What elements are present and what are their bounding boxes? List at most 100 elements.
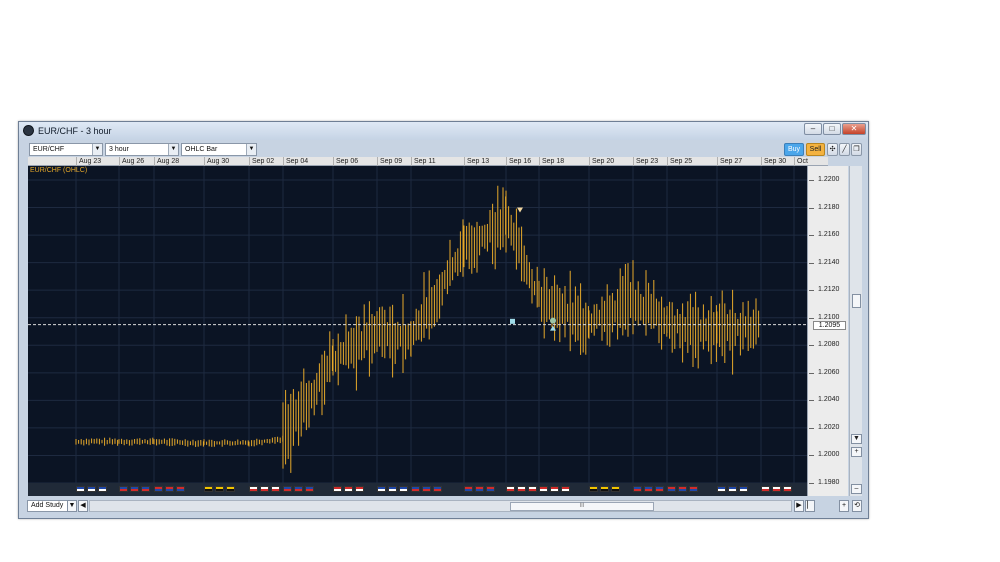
title-bar[interactable]: EUR/CHF - 3 hour – □ ✕ (19, 122, 868, 140)
event-flag-icon[interactable] (633, 486, 642, 492)
price-chart[interactable]: EUR/CHF (OHLC) (28, 166, 807, 496)
minimize-button[interactable]: – (804, 123, 822, 135)
event-flag-icon[interactable] (215, 486, 224, 492)
event-flag-icon[interactable] (260, 486, 269, 492)
price-tick-label: 1.2200 (808, 176, 840, 183)
event-flag-icon[interactable] (464, 486, 473, 492)
horizontal-scroll-thumb[interactable]: III (510, 502, 654, 511)
date-tick-label: Sep 27 (717, 157, 742, 166)
event-flag-icon[interactable] (98, 486, 107, 492)
event-flag-icon[interactable] (475, 486, 484, 492)
event-flag-icon[interactable] (517, 486, 526, 492)
event-flag-icon[interactable] (411, 486, 420, 492)
scroll-left-button[interactable]: ◀ (78, 500, 88, 512)
event-flag-icon[interactable] (667, 486, 676, 492)
symbol-select[interactable]: EUR/CHF ▼ (29, 143, 103, 156)
popout-icon[interactable]: ❐ (851, 143, 862, 156)
event-flag-icon[interactable] (761, 486, 770, 492)
event-flag-icon[interactable] (611, 486, 620, 492)
event-flag-icon[interactable] (506, 486, 515, 492)
crosshair-icon[interactable]: ✣ (827, 143, 838, 156)
date-tick-label: Sep 04 (283, 157, 308, 166)
chart-window: EUR/CHF - 3 hour – □ ✕ EUR/CHF ▼ 3 hour … (18, 121, 869, 519)
event-flag-icon[interactable] (717, 486, 726, 492)
order-marker-square (510, 318, 515, 324)
event-flag-icon[interactable] (550, 486, 559, 492)
event-flag-icon[interactable] (433, 486, 442, 492)
event-flag-icon[interactable] (226, 486, 235, 492)
scroll-right-end-button[interactable]: ▏ (805, 500, 815, 512)
event-flag-icon[interactable] (283, 486, 292, 492)
event-flag-icon[interactable] (271, 486, 280, 492)
vertical-scroll-thumb[interactable] (852, 294, 861, 308)
sell-button[interactable]: Sell (806, 143, 825, 156)
interval-select[interactable]: 3 hour ▼ (105, 143, 179, 156)
chart-type-select[interactable]: OHLC Bar ▼ (181, 143, 257, 156)
event-flag-icon[interactable] (294, 486, 303, 492)
zoom-in-button[interactable]: + (851, 447, 862, 457)
event-flag-icon[interactable] (388, 486, 397, 492)
maximize-button[interactable]: □ (823, 123, 841, 135)
event-flag-icon[interactable] (165, 486, 174, 492)
buy-button[interactable]: Buy (784, 143, 804, 156)
vertical-scrollbar[interactable]: ▼ + – (849, 166, 862, 496)
event-flag-icon[interactable] (130, 486, 139, 492)
event-flag-icon[interactable] (333, 486, 342, 492)
event-flag-icon[interactable] (589, 486, 598, 492)
event-flag-icon[interactable] (655, 486, 664, 492)
event-flag-icon[interactable] (119, 486, 128, 492)
date-tick-label: Sep 20 (589, 157, 614, 166)
event-flag-icon[interactable] (528, 486, 537, 492)
event-flag-icon[interactable] (204, 486, 213, 492)
date-axis: Aug 23 Aug 26 Aug 28 Aug 30 Sep 02 Sep 04 Sep … (28, 157, 828, 166)
price-tick-label: 1.2180 (808, 203, 840, 211)
chevron-down-icon[interactable]: ▼ (67, 500, 77, 512)
draw-line-icon[interactable]: ╱ (839, 143, 850, 156)
price-tick-label: 1.2040 (808, 396, 840, 404)
economic-events-row (28, 483, 807, 496)
event-flag-icon[interactable] (772, 486, 781, 492)
price-tick-label: 1.2020 (808, 423, 840, 431)
event-flag-icon[interactable] (154, 486, 163, 492)
date-tick-label: Aug 23 (76, 157, 101, 166)
date-tick-label: Sep 06 (333, 157, 358, 166)
event-flag-icon[interactable] (377, 486, 386, 492)
event-flag-icon[interactable] (728, 486, 737, 492)
price-tick-label: 1.2000 (808, 451, 840, 459)
date-tick-label: Sep 11 (411, 157, 436, 166)
event-flag-icon[interactable] (249, 486, 258, 492)
window-title: EUR/CHF - 3 hour (38, 126, 112, 136)
symbol-value: EUR/CHF (33, 146, 65, 153)
event-flag-icon[interactable] (644, 486, 653, 492)
event-flag-icon[interactable] (76, 486, 85, 492)
event-flag-icon[interactable] (739, 486, 748, 492)
event-flag-icon[interactable] (600, 486, 609, 492)
event-flag-icon[interactable] (422, 486, 431, 492)
ohlc-chart-svg[interactable] (28, 166, 807, 496)
event-flag-icon[interactable] (486, 486, 495, 492)
event-flag-icon[interactable] (689, 486, 698, 492)
chart-type-value: OHLC Bar (185, 146, 218, 153)
event-flag-icon[interactable] (344, 486, 353, 492)
horizontal-scrollbar[interactable]: III (89, 500, 792, 512)
event-flag-icon[interactable] (399, 486, 408, 492)
signal-dot-icon (550, 317, 556, 324)
event-flag-icon[interactable] (561, 486, 570, 492)
close-button[interactable]: ✕ (842, 123, 866, 135)
reset-view-button[interactable]: ⟲ (852, 500, 862, 512)
event-flag-icon[interactable] (678, 486, 687, 492)
event-flag-icon[interactable] (87, 486, 96, 492)
event-flag-icon[interactable] (305, 486, 314, 492)
scroll-right-button[interactable]: ▶ (794, 500, 804, 512)
price-tick-label: 1.2160 (808, 231, 840, 239)
scroll-down-button[interactable]: ▼ (851, 434, 862, 444)
zoom-plus-button[interactable]: + (839, 500, 849, 512)
event-flag-icon[interactable] (355, 486, 364, 492)
price-tick-label: 1.2080 (808, 341, 840, 349)
event-flag-icon[interactable] (176, 486, 185, 492)
event-flag-icon[interactable] (783, 486, 792, 492)
event-flag-icon[interactable] (141, 486, 150, 492)
event-flag-icon[interactable] (539, 486, 548, 492)
zoom-out-button[interactable]: – (851, 484, 862, 494)
date-tick-label: Sep 25 (667, 157, 692, 166)
